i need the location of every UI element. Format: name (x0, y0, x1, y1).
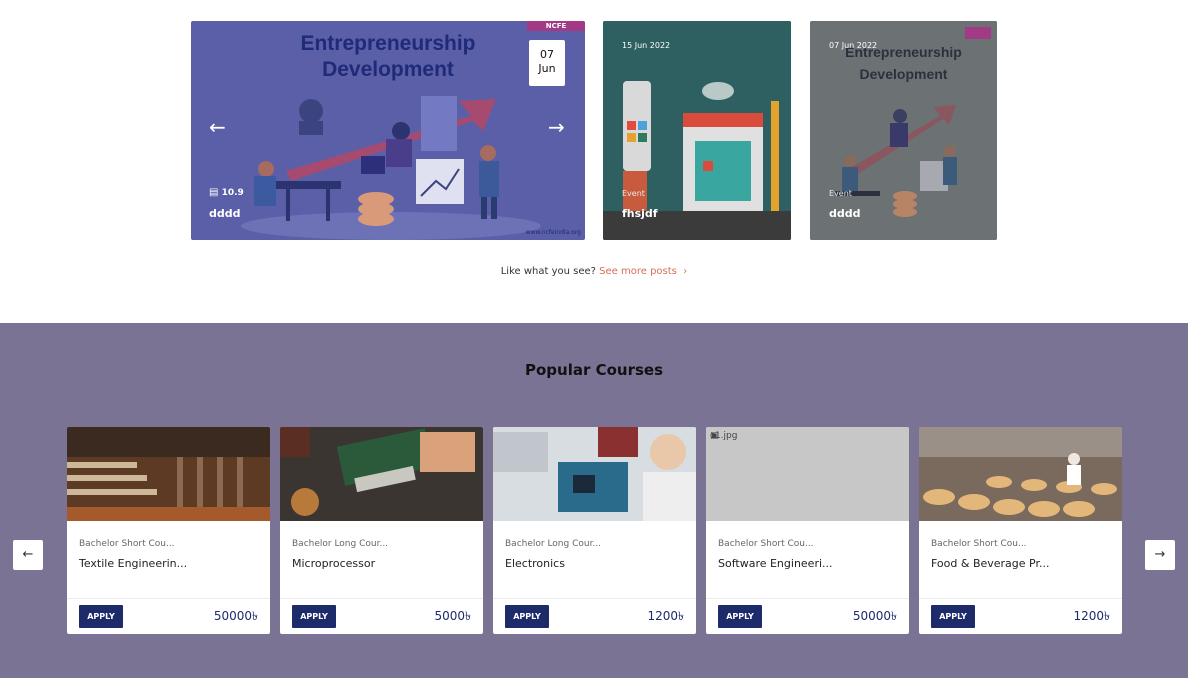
course-price: 50000৳ (213, 609, 258, 623)
card-date: 07 Jun 2022 (829, 41, 878, 50)
divider (493, 598, 696, 599)
courses-prev-button[interactable]: ← (13, 540, 43, 570)
section-title: Popular Courses (524, 361, 664, 379)
course-price: 1200৳ (647, 609, 684, 623)
illustration-title-line1: Entrepreneurship (300, 32, 476, 55)
course-card[interactable]: Bachelor Short Cou... Food & Beverage Pr… (919, 427, 1122, 634)
apply-button[interactable]: APPLY (79, 605, 123, 628)
arrow-left-icon: ← (22, 547, 34, 562)
apply-button[interactable]: APPLY (718, 605, 762, 628)
event-slide-main[interactable]: Entrepreneurship Development NCFE www.nc… (191, 21, 585, 240)
see-more-link[interactable]: See more posts › (599, 266, 687, 277)
course-name: Textile Engineerin... (79, 557, 188, 570)
slide-next-arrow-icon[interactable]: → (548, 117, 565, 137)
course-card[interactable]: Bachelor Long Cour... Electronics APPLY … (493, 427, 696, 634)
popular-courses-section: Popular Courses ← → Bachelor Short Cou..… (0, 323, 1188, 678)
watermark: www.ncfeindia.org (525, 229, 581, 236)
events-section: Entrepreneurship Development NCFE www.nc… (0, 0, 1188, 323)
date-badge: 07 Jun (529, 40, 565, 86)
slide-prev-arrow-icon[interactable]: ← (209, 117, 226, 137)
course-category: Bachelor Short Cou... (718, 539, 814, 549)
card-tag: Event (829, 189, 852, 198)
illustration-title-line2: Development (322, 58, 454, 81)
course-category: Bachelor Long Cour... (505, 539, 602, 549)
ncfe-logo: NCFE (527, 21, 585, 31)
course-price: 50000৳ (852, 609, 897, 623)
slide-caption: dddd (209, 207, 241, 220)
image-alt-text: c1.jpg (710, 431, 738, 441)
divider (919, 598, 1122, 599)
course-price: 5000৳ (434, 609, 471, 623)
courses-next-button[interactable]: → (1145, 540, 1175, 570)
card-title: dddd (829, 207, 861, 220)
date-month: Jun (538, 62, 556, 75)
apply-button[interactable]: APPLY (292, 605, 336, 628)
card-tag: Event (622, 189, 645, 198)
course-card[interactable]: Bachelor Long Cour... Microprocessor APP… (280, 427, 483, 634)
course-name: Software Engineeri... (718, 557, 833, 570)
date-day: 07 (540, 48, 554, 61)
divider (280, 598, 483, 599)
building-icon: ▤ (209, 187, 219, 198)
arrow-right-icon: → (1154, 547, 1166, 562)
see-more-link-text: See more posts (599, 266, 677, 277)
logo-icon (965, 27, 991, 39)
illustration-title-line2: Development (859, 66, 948, 82)
see-more-prefix: Like what you see? (500, 266, 596, 277)
illustration-title: Entrepreneurship Development (191, 31, 585, 83)
course-category: Bachelor Long Cour... (292, 539, 389, 549)
course-name: Food & Beverage Pr... (931, 557, 1050, 570)
apply-button[interactable]: APPLY (931, 605, 975, 628)
event-card-fhsjdf[interactable]: 15 Jun 2022 Event fhsjdf (603, 21, 791, 240)
course-price: 1200৳ (1073, 609, 1110, 623)
course-category: Bachelor Short Cou... (79, 539, 175, 549)
course-image-broken: ▣ c1.jpg (706, 427, 909, 521)
apply-button[interactable]: APPLY (505, 605, 549, 628)
course-card[interactable]: ▣ c1.jpg Bachelor Short Cou... Software E… (706, 427, 909, 634)
divider (67, 598, 270, 599)
chevron-right-icon: › (683, 266, 688, 277)
course-image-microprocessor (280, 427, 483, 521)
course-category: Bachelor Short Cou... (931, 539, 1027, 549)
course-card[interactable]: Bachelor Short Cou... Textile Engineerin… (67, 427, 270, 634)
card-date: 15 Jun 2022 (622, 41, 671, 50)
stat-row: ▤ 10.9 (209, 187, 244, 198)
course-name: Microprocessor (292, 557, 376, 570)
divider (706, 598, 909, 599)
course-image-food (919, 427, 1122, 521)
course-image-electronics (493, 427, 696, 521)
stat-value: 10.9 (221, 188, 244, 198)
card-title: fhsjdf (622, 207, 658, 220)
course-image-textile (67, 427, 270, 521)
see-more-row: Like what you see? See more posts › (0, 266, 1188, 277)
course-name: Electronics (505, 557, 565, 570)
event-card-dddd[interactable]: Entrepreneurship Development 07 Jun 2022… (810, 21, 997, 240)
